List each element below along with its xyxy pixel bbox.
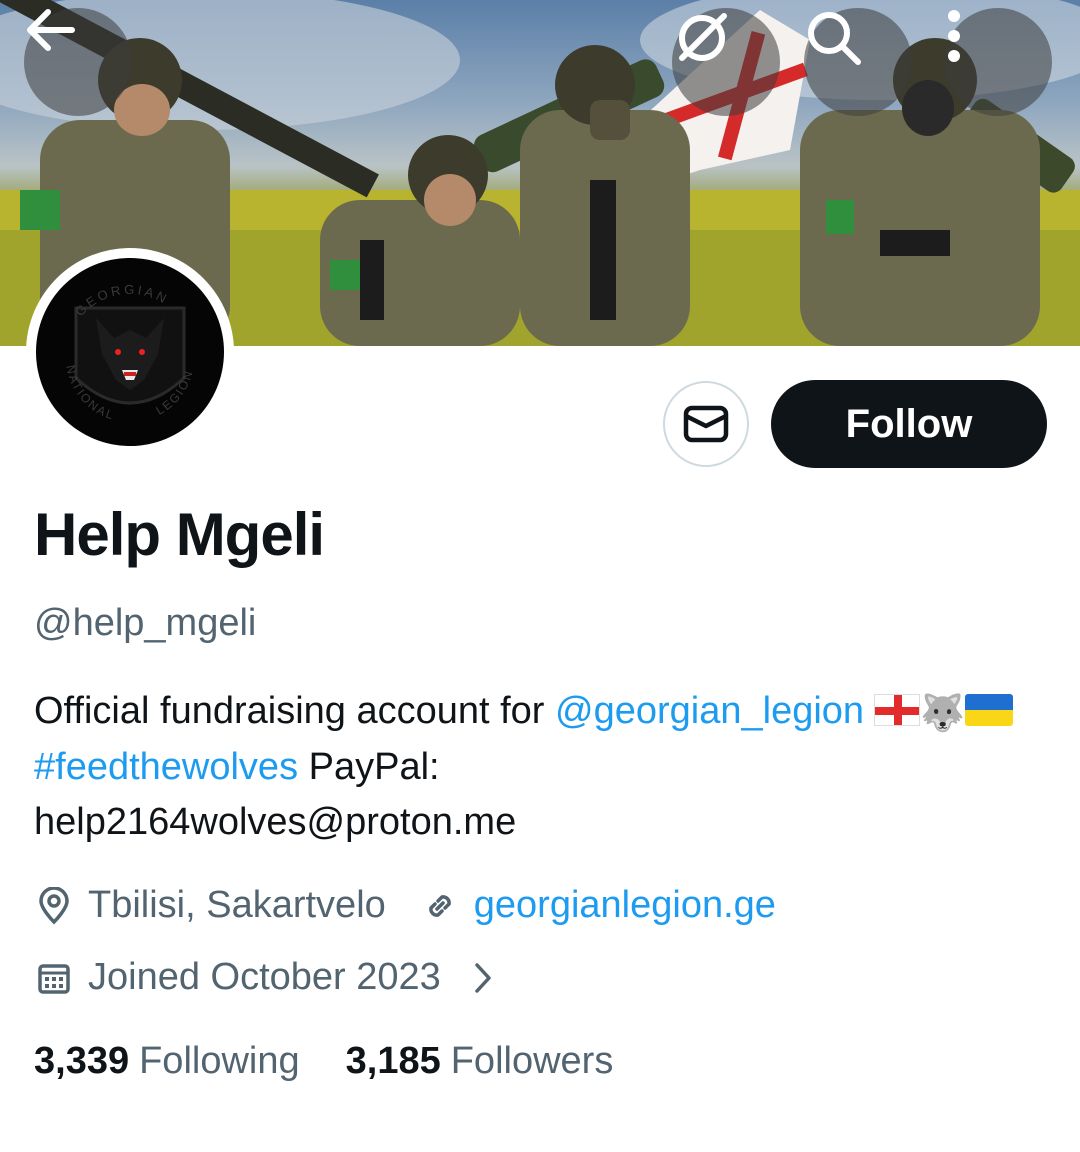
bio-hashtag-link[interactable]: #feedthewolves xyxy=(34,746,298,788)
followers-label: Followers xyxy=(450,1040,614,1082)
link-icon xyxy=(420,886,460,926)
bio-mention-link[interactable]: @georgian​_legion xyxy=(555,690,864,732)
hide-media-button[interactable] xyxy=(672,8,780,116)
location-text: Tbilisi, Sakartvelo xyxy=(88,884,386,926)
more-vertical-icon xyxy=(948,10,960,62)
bio-email: help2164wolves@proton.me xyxy=(34,801,517,843)
avatar-image: GEORGIAN NATIONAL LEGION xyxy=(36,258,224,446)
wolf-emoji-icon: 🐺 xyxy=(920,692,965,733)
follow-button[interactable]: Follow xyxy=(771,380,1047,468)
profile-meta-row: Tbilisi, Sakartvelo georgianlegion.ge xyxy=(34,884,776,927)
chevron-right-icon xyxy=(463,958,503,998)
follow-stats: 3,339 Following 3,185 Followers xyxy=(34,1040,613,1083)
bio-text: Official fundraising account for xyxy=(34,690,556,732)
handle: @help_mgeli xyxy=(34,602,257,644)
calendar-icon xyxy=(34,958,74,998)
back-button[interactable] xyxy=(24,8,132,116)
profile-bio: Official fundraising account for @georgi… xyxy=(34,684,1044,850)
georgia-flag-icon xyxy=(874,694,921,726)
following-count: 3,339 xyxy=(34,1040,130,1082)
location-pin-icon xyxy=(34,886,74,926)
display-name: Help Mgeli xyxy=(34,501,325,568)
joined-text: Joined October 2023 xyxy=(88,956,441,998)
eye-slash-icon xyxy=(679,13,727,61)
search-button[interactable] xyxy=(804,8,912,116)
arrow-left-icon xyxy=(27,9,75,51)
profile-avatar[interactable]: GEORGIAN NATIONAL LEGION xyxy=(26,248,234,456)
joined-row[interactable]: Joined October 2023 xyxy=(34,956,517,999)
wolf-emblem-icon: GEORGIAN NATIONAL LEGION xyxy=(63,282,193,423)
ukraine-flag-icon xyxy=(964,694,1013,726)
following-stat[interactable]: 3,339 Following xyxy=(34,1040,300,1083)
following-label: Following xyxy=(139,1040,300,1082)
website-link[interactable]: georgianlegion.ge xyxy=(474,884,776,927)
more-options-button[interactable] xyxy=(944,8,1052,116)
mail-icon xyxy=(683,405,729,443)
followers-count: 3,185 xyxy=(345,1040,441,1082)
bio-paypal-label: PayPal: xyxy=(298,746,440,788)
search-icon xyxy=(808,12,861,65)
followers-stat[interactable]: 3,185 Followers xyxy=(346,1040,614,1083)
message-button[interactable] xyxy=(663,381,749,467)
